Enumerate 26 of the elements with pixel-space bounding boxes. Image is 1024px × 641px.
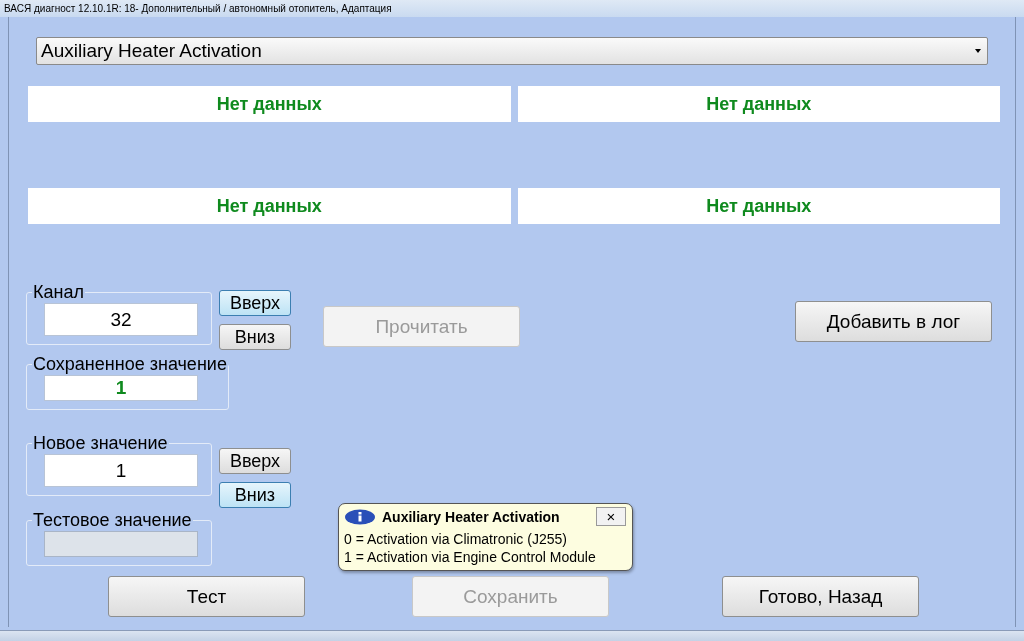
parameter-dropdown[interactable]: Auxiliary Heater Activation [36, 37, 988, 65]
group-label: Тестовое значение [32, 510, 193, 531]
window-title: ВАСЯ диагност 12.10.1R: 18- Дополнительный / автономный отопитель, Адаптация [4, 3, 392, 14]
tooltip-title: Auxiliary Heater Activation [382, 508, 561, 525]
group-label: Сохраненное значение [32, 354, 228, 375]
action-button[interactable]: Готово, Назад [722, 576, 919, 617]
data-display-field: Нет данных [28, 86, 511, 122]
channel-input[interactable]: 32 [44, 303, 198, 336]
info-icon [344, 508, 376, 525]
close-button[interactable]: × [596, 507, 626, 526]
tooltip-text: 1 = Activation via Engine Control Module [344, 548, 597, 566]
data-display-field: Нет данных [517, 188, 1000, 224]
tooltip-text: 0 = Activation via Climatronic (J255) [344, 530, 568, 548]
down-button[interactable]: Вниз [219, 482, 291, 508]
up-button[interactable]: Вверх [219, 448, 291, 474]
down-button[interactable]: Вниз [219, 324, 291, 350]
group-label: Новое значение [32, 433, 169, 454]
data-display-field: Нет данных [517, 86, 1000, 122]
stored-value-field[interactable]: 1 [44, 375, 198, 401]
new-value-input[interactable]: 1 [44, 454, 198, 487]
up-button[interactable]: Вверх [219, 290, 291, 316]
caret-icon [975, 49, 981, 53]
action-button[interactable]: Тест [108, 576, 305, 617]
add-to-log-button[interactable]: Добавить в лог [795, 301, 992, 342]
group-label: Канал [32, 282, 85, 303]
data-display-field: Нет данных [28, 188, 511, 224]
